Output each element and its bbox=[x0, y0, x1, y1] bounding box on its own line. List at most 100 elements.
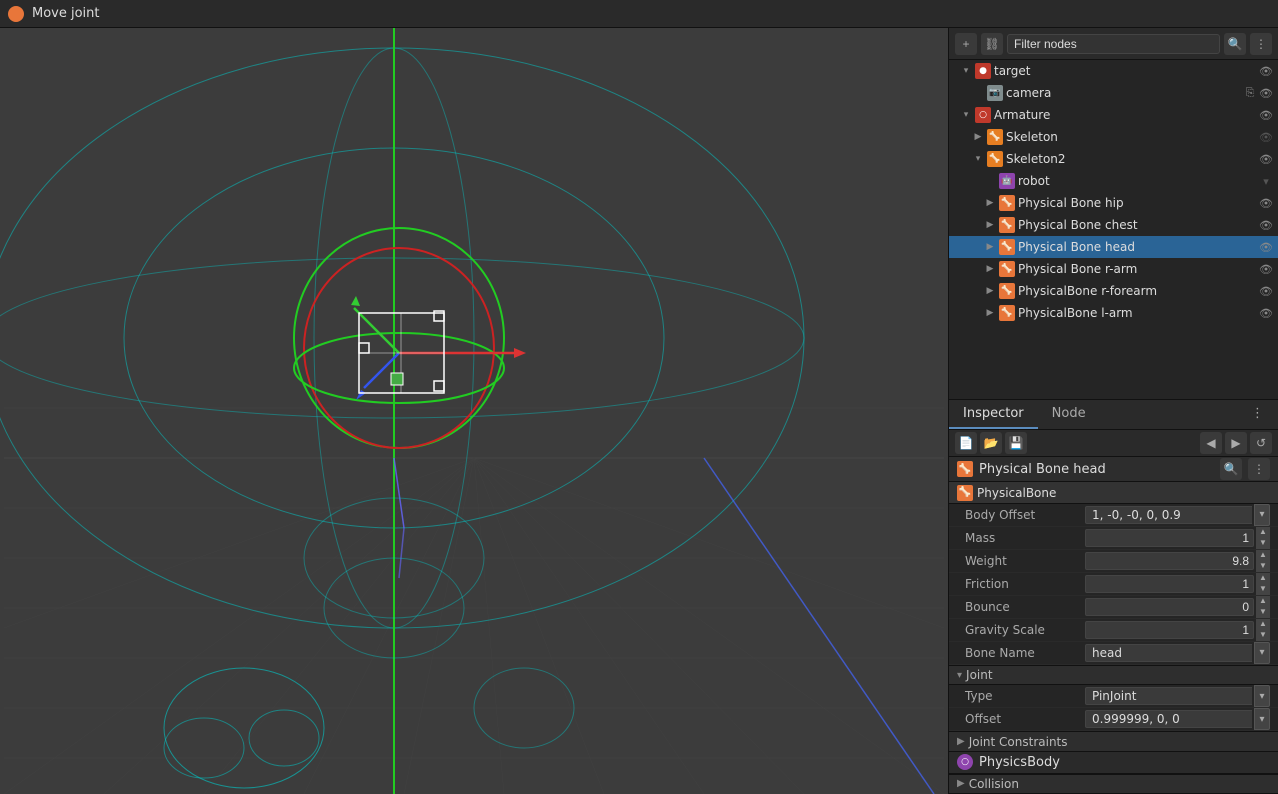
expand-bone-hip[interactable]: ▶ bbox=[984, 197, 996, 209]
node-options-btn[interactable]: ⋮ bbox=[1248, 458, 1270, 480]
joint-constraints-divider[interactable]: ▶ Joint Constraints bbox=[949, 731, 1278, 751]
expand-bone-rforearm[interactable]: ▶ bbox=[984, 285, 996, 297]
nav-forward-btn[interactable]: ▶ bbox=[1225, 432, 1247, 454]
expand-target[interactable]: ▾ bbox=[960, 65, 972, 77]
open-script-btn[interactable]: 📂 bbox=[980, 432, 1002, 454]
skeleton2-visibility[interactable]: 👁 bbox=[1258, 151, 1274, 167]
gravity-scale-down[interactable]: ▼ bbox=[1256, 630, 1270, 641]
expand-skeleton[interactable]: ▶ bbox=[972, 131, 984, 143]
viewport[interactable] bbox=[0, 28, 948, 794]
target-visibility[interactable]: 👁 bbox=[1258, 63, 1274, 79]
inspector-tabs: Inspector Node ⋮ bbox=[949, 400, 1278, 430]
tree-item-bone-rforearm[interactable]: ▶ 🦴 PhysicalBone r-forearm 👁 bbox=[949, 280, 1278, 302]
offset-label: Offset bbox=[965, 712, 1085, 726]
bone-chest-visibility[interactable]: 👁 bbox=[1258, 217, 1274, 233]
friction-input[interactable] bbox=[1085, 575, 1254, 593]
search-properties-btn[interactable]: 🔍 bbox=[1220, 458, 1242, 480]
tree-item-bone-head[interactable]: ▶ 🦴 Physical Bone head 👁 bbox=[949, 236, 1278, 258]
expand-bone-larm[interactable]: ▶ bbox=[984, 307, 996, 319]
robot-label: robot bbox=[1018, 174, 1258, 188]
camera-label: camera bbox=[1006, 86, 1242, 100]
bounce-up[interactable]: ▲ bbox=[1256, 596, 1270, 607]
history-btn[interactable]: ↺ bbox=[1250, 432, 1272, 454]
friction-up[interactable]: ▲ bbox=[1256, 573, 1270, 584]
mass-up[interactable]: ▲ bbox=[1256, 527, 1270, 538]
expand-skeleton2[interactable]: ▾ bbox=[972, 153, 984, 165]
tree-item-robot[interactable]: 🤖 robot ▾ bbox=[949, 170, 1278, 192]
tree-item-bone-chest[interactable]: ▶ 🦴 Physical Bone chest 👁 bbox=[949, 214, 1278, 236]
inspector-node-header: 🦴 Physical Bone head 🔍 ⋮ bbox=[949, 457, 1278, 482]
property-gravity-scale: Gravity Scale ▲ ▼ bbox=[949, 619, 1278, 642]
camera-visibility[interactable]: 👁 bbox=[1258, 85, 1274, 101]
type-select[interactable]: PinJoint bbox=[1085, 687, 1252, 705]
friction-arrows: ▲ ▼ bbox=[1256, 573, 1270, 595]
expand-bone-chest[interactable]: ▶ bbox=[984, 219, 996, 231]
filter-input[interactable] bbox=[1007, 34, 1220, 54]
bone-name-dropdown[interactable]: ▾ bbox=[1254, 642, 1270, 664]
bone-rarm-visibility[interactable]: 👁 bbox=[1258, 261, 1274, 277]
bone-name-select[interactable]: head bbox=[1085, 644, 1252, 662]
joint-constraints-label: Joint Constraints bbox=[969, 735, 1068, 749]
expand-armature[interactable]: ▾ bbox=[960, 109, 972, 121]
bone-rforearm-visibility[interactable]: 👁 bbox=[1258, 283, 1274, 299]
mass-down[interactable]: ▼ bbox=[1256, 538, 1270, 549]
bounce-down[interactable]: ▼ bbox=[1256, 607, 1270, 618]
gravity-scale-label: Gravity Scale bbox=[965, 623, 1085, 637]
tree-item-skeleton2[interactable]: ▾ 🦴 Skeleton2 👁 bbox=[949, 148, 1278, 170]
nav-back-btn[interactable]: ◀ bbox=[1200, 432, 1222, 454]
camera-copy[interactable]: ⎘ bbox=[1242, 85, 1258, 101]
tree-item-armature[interactable]: ▾ ○ Armature 👁 bbox=[949, 104, 1278, 126]
armature-visibility[interactable]: 👁 bbox=[1258, 107, 1274, 123]
new-script-btn[interactable]: 📄 bbox=[955, 432, 977, 454]
offset-text[interactable]: 0.999999, 0, 0 bbox=[1085, 710, 1252, 728]
bounce-input[interactable] bbox=[1085, 598, 1254, 616]
bone-hip-visibility[interactable]: 👁 bbox=[1258, 195, 1274, 211]
bone-head-icon: 🦴 bbox=[999, 239, 1015, 255]
robot-visibility[interactable]: ▾ bbox=[1258, 173, 1274, 189]
offset-dropdown[interactable]: ▾ bbox=[1254, 708, 1270, 730]
bone-rarm-label: Physical Bone r-arm bbox=[1018, 262, 1258, 276]
joint-section-divider[interactable]: ▾ Joint bbox=[949, 665, 1278, 685]
weight-up[interactable]: ▲ bbox=[1256, 550, 1270, 561]
top-bar: Move joint bbox=[0, 0, 1278, 28]
weight-down[interactable]: ▼ bbox=[1256, 561, 1270, 572]
weight-input[interactable] bbox=[1085, 552, 1254, 570]
physicalbone-section-header[interactable]: 🦴 PhysicalBone bbox=[949, 482, 1278, 504]
bone-head-visibility[interactable]: 👁 bbox=[1258, 239, 1274, 255]
add-node-button[interactable]: + bbox=[955, 33, 977, 55]
type-dropdown[interactable]: ▾ bbox=[1254, 685, 1270, 707]
bone-rforearm-label: PhysicalBone r-forearm bbox=[1018, 284, 1258, 298]
body-offset-dropdown[interactable]: ▾ bbox=[1254, 504, 1270, 526]
search-button[interactable]: 🔍 bbox=[1224, 33, 1246, 55]
tab-inspector[interactable]: Inspector bbox=[949, 400, 1038, 429]
collision-label: Collision bbox=[969, 777, 1019, 791]
tree-item-bone-larm[interactable]: ▶ 🦴 PhysicalBone l-arm 👁 bbox=[949, 302, 1278, 324]
body-offset-text[interactable]: 1, -0, -0, 0, 0.9 bbox=[1085, 506, 1252, 524]
bone-larm-visibility[interactable]: 👁 bbox=[1258, 305, 1274, 321]
tab-node[interactable]: Node bbox=[1038, 400, 1100, 429]
tree-item-bone-rarm[interactable]: ▶ 🦴 Physical Bone r-arm 👁 bbox=[949, 258, 1278, 280]
target-label: target bbox=[994, 64, 1258, 78]
mass-input[interactable] bbox=[1085, 529, 1254, 547]
collision-divider[interactable]: ▶ Collision bbox=[949, 774, 1278, 794]
mass-value: ▲ ▼ bbox=[1085, 527, 1270, 549]
expand-bone-rarm[interactable]: ▶ bbox=[984, 263, 996, 275]
link-node-button[interactable]: ⛓ bbox=[981, 33, 1003, 55]
tree-item-bone-hip[interactable]: ▶ 🦴 Physical Bone hip 👁 bbox=[949, 192, 1278, 214]
skeleton-visibility[interactable]: 👁 bbox=[1258, 129, 1274, 145]
friction-down[interactable]: ▼ bbox=[1256, 584, 1270, 595]
options-button[interactable]: ⋮ bbox=[1250, 33, 1272, 55]
tree-item-skeleton[interactable]: ▶ 🦴 Skeleton 👁 bbox=[949, 126, 1278, 148]
bone-larm-icon: 🦴 bbox=[999, 305, 1015, 321]
tree-item-target[interactable]: ▾ ● target 👁 bbox=[949, 60, 1278, 82]
skeleton2-label: Skeleton2 bbox=[1006, 152, 1258, 166]
property-type: Type PinJoint ▾ bbox=[949, 685, 1278, 708]
save-script-btn[interactable]: 💾 bbox=[1005, 432, 1027, 454]
gravity-scale-input[interactable] bbox=[1085, 621, 1254, 639]
tree-item-camera[interactable]: 📷 camera ⎘ 👁 bbox=[949, 82, 1278, 104]
property-body-offset: Body Offset 1, -0, -0, 0, 0.9 ▾ bbox=[949, 504, 1278, 527]
expand-bone-head[interactable]: ▶ bbox=[984, 241, 996, 253]
camera-icon: 📷 bbox=[987, 85, 1003, 101]
tab-more[interactable]: ⋮ bbox=[1237, 400, 1278, 429]
gravity-scale-up[interactable]: ▲ bbox=[1256, 619, 1270, 630]
